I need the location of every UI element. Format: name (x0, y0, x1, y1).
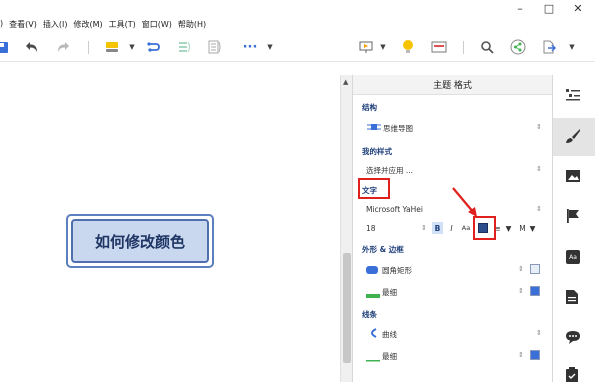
border-select[interactable]: 最细 (382, 287, 397, 298)
more-format-button[interactable]: M (518, 222, 527, 234)
share-icon[interactable] (510, 38, 526, 56)
undo-icon[interactable] (24, 38, 40, 56)
section-line-title: 线条 (362, 310, 377, 319)
central-topic[interactable]: 如何修改颜色 (66, 214, 214, 268)
section-my-style-title: 我的样式 (362, 147, 392, 156)
curve-line-icon (367, 328, 377, 340)
chevron-down-icon[interactable]: ▼ (568, 38, 576, 56)
spinner-icon[interactable]: ⇕ (518, 351, 524, 359)
style-select[interactable]: 选择并应用 ... (366, 165, 413, 176)
section-shape-border-title: 外形 & 边框 (362, 245, 404, 254)
line-style-select[interactable]: 曲线 (382, 329, 397, 340)
menu-item-help[interactable]: 帮助(H) (178, 19, 206, 30)
chevron-down-icon[interactable]: ▼ (505, 222, 512, 234)
text-case-button[interactable]: Aa (460, 222, 472, 234)
chevron-down-icon[interactable]: ▼ (379, 38, 387, 56)
italic-button[interactable]: I (447, 222, 456, 234)
spinner-icon[interactable]: ⇕ (536, 205, 542, 213)
border-color-swatch[interactable] (530, 286, 540, 296)
flag-icon[interactable] (565, 208, 581, 224)
central-topic-label: 如何修改颜色 (71, 219, 209, 263)
boundary-icon[interactable] (207, 38, 223, 56)
minimize-button[interactable]: – (512, 2, 528, 16)
menu-item-insert[interactable]: 插入(I) (43, 19, 68, 30)
toolbar: ▼ ··· ▼ ▼ ▼ (0, 32, 595, 62)
panel-header: 主题 格式 (353, 75, 552, 95)
menu-item-view[interactable]: 查看(V) (9, 19, 37, 30)
search-icon[interactable] (479, 38, 495, 56)
toolbar-divider (88, 41, 89, 54)
highlight-box-text-section (358, 178, 390, 199)
line-width-icon (366, 355, 380, 364)
notes-icon[interactable] (565, 289, 581, 305)
export-icon[interactable] (541, 38, 557, 56)
topic-style-icon[interactable] (104, 38, 120, 56)
chevron-down-icon[interactable]: ▼ (266, 38, 274, 56)
redo-icon[interactable] (55, 38, 71, 56)
rounded-rect-icon (366, 266, 378, 276)
chevron-down-icon[interactable]: ▼ (128, 38, 136, 56)
spinner-icon[interactable]: ⇕ (518, 265, 524, 273)
save-icon[interactable] (0, 38, 10, 56)
summary-icon[interactable] (177, 38, 193, 56)
menu-bar: ) 查看(V) 插入(I) 修改(M) 工具(T) 窗口(W) 帮助(H) – … (0, 0, 595, 32)
main-menu: ) 查看(V) 插入(I) 修改(M) 工具(T) 窗口(W) 帮助(H) (0, 19, 212, 30)
task-icon[interactable] (565, 367, 581, 382)
close-button[interactable]: ✕ (570, 2, 586, 16)
line-width-select[interactable]: 最细 (382, 351, 397, 362)
presentation-icon[interactable] (358, 38, 374, 56)
spinner-icon[interactable]: ⇕ (536, 329, 542, 337)
menu-item-modify[interactable]: 修改(M) (73, 19, 102, 30)
toolbar-divider (463, 41, 464, 54)
line-color-swatch[interactable] (530, 350, 540, 360)
menu-item-tools[interactable]: 工具(T) (109, 19, 136, 30)
format-brush-icon[interactable] (565, 128, 581, 144)
section-structure-title: 结构 (362, 103, 377, 112)
sticker-icon[interactable]: Aa (565, 249, 581, 265)
format-panel: 主题 格式 结构 思维导图 ⇕ 我的样式 选择并应用 ... ⇕ 文字 Micr… (352, 75, 553, 382)
vertical-scrollbar[interactable]: ▲ (340, 75, 352, 382)
spinner-icon[interactable]: ⇕ (518, 287, 524, 295)
menu-item-file-partial[interactable]: ) (0, 19, 3, 30)
structure-select[interactable]: 思维导图 (383, 123, 413, 134)
annotation-arrow-icon (452, 187, 477, 217)
spinner-icon[interactable]: ⇕ (536, 165, 542, 173)
shape-select[interactable]: 圆角矩形 (382, 265, 412, 276)
maximize-button[interactable]: □ (541, 2, 557, 16)
mindmap-structure-icon (367, 123, 381, 133)
image-icon[interactable] (565, 169, 581, 185)
outline-icon[interactable] (565, 87, 581, 103)
svg-text:Aa: Aa (569, 254, 577, 261)
fill-color-swatch[interactable] (530, 264, 540, 274)
outline-view-icon[interactable] (431, 38, 447, 56)
comment-icon[interactable] (565, 329, 581, 345)
chevron-down-icon[interactable]: ▼ (529, 222, 536, 234)
menu-item-window[interactable]: 窗口(W) (142, 19, 172, 30)
spinner-icon[interactable]: ⇕ (536, 123, 542, 131)
bold-button[interactable]: B (432, 222, 443, 234)
lightbulb-icon[interactable] (400, 38, 416, 56)
line-thickness-icon (366, 291, 380, 300)
spinner-icon[interactable]: ⇕ (421, 224, 427, 232)
relationship-icon[interactable] (146, 38, 162, 56)
scrollbar-thumb[interactable] (343, 253, 351, 363)
right-sidebar: Aa (553, 75, 595, 382)
font-family-select[interactable]: Microsoft YaHei (366, 205, 423, 214)
font-size-field[interactable]: 18 (366, 224, 376, 233)
more-icon[interactable]: ··· (242, 38, 258, 56)
scroll-up-icon[interactable]: ▲ (343, 78, 348, 86)
